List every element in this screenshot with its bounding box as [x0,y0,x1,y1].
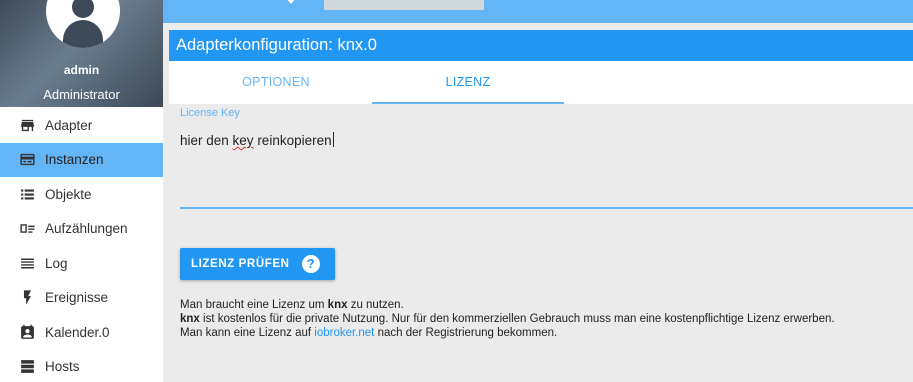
hosts-icon [18,358,36,376]
tab-lizenz[interactable]: LIZENZ [372,61,564,104]
sidebar-item-label: Adapter [45,117,93,133]
dialog-title: Adapterkonfiguration: knx.0 [169,30,913,61]
tab-bar: OPTIONEN LIZENZ [169,61,913,104]
calendar-icon [18,323,36,341]
sidebar-item-hosts[interactable]: Hosts [0,350,163,382]
spellcheck-word: key [232,133,254,148]
license-info-text: Man braucht eine Lizenz um knx zu nutzen… [180,298,835,340]
sidebar: admin Administrator Adapter Instanzen Ob… [0,0,163,382]
list-icon [18,185,36,203]
check-license-label: LIZENZ PRÜFEN [191,258,290,270]
sidebar-item-label: Objekte [45,186,92,202]
avatar-icon[interactable] [46,0,120,48]
sidebar-item-instanzen[interactable]: Instanzen [0,142,163,177]
sidebar-menu: Adapter Instanzen Objekte Aufzählungen L… [0,108,163,382]
sidebar-item-aufzaehlungen[interactable]: Aufzählungen [0,212,163,247]
info-line3: Man kann eine Lizenz auf [180,327,315,339]
caret-down-icon[interactable] [286,0,296,4]
tab-lizenz-label: LIZENZ [445,75,491,89]
info-line2: ist kostenlos für die private Nutzung. N… [199,313,835,325]
user-name: admin [63,63,100,77]
input-underline [180,207,913,209]
info-line1-end: zu nutzen. [347,299,404,311]
adapter-config-panel: Adapterkonfiguration: knx.0 OPTIONEN LIZ… [169,30,913,382]
top-bar [163,0,913,23]
info-adapter-name: knx [327,299,348,311]
sidebar-item-log[interactable]: Log [0,246,163,281]
sidebar-item-label: Ereignisse [45,290,109,306]
text-cursor [332,132,334,147]
log-icon [18,254,36,272]
sidebar-item-objekte[interactable]: Objekte [0,177,163,212]
top-tab[interactable] [324,0,484,10]
flash-icon [18,289,36,307]
info-line3-end: nach der Registrierung bekommen. [374,327,558,339]
license-key-label: License Key [180,107,240,119]
info-line1: Man braucht eine Lizenz um [180,299,328,311]
sidebar-item-label: Instanzen [45,152,104,168]
license-key-text: hier den [180,133,233,148]
sidebar-item-label: Hosts [45,359,80,375]
user-profile: admin Administrator [0,0,163,107]
check-license-button[interactable]: LIZENZ PRÜFEN ? [180,248,335,280]
store-icon [18,116,36,134]
sidebar-item-label: Kalender.0 [45,324,110,340]
sidebar-item-label: Aufzählungen [45,221,128,237]
tab-optionen[interactable]: OPTIONEN [180,61,372,104]
instances-icon [18,151,36,169]
sidebar-item-kalender[interactable]: Kalender.0 [0,315,163,350]
sidebar-item-ereignisse[interactable]: Ereignisse [0,281,163,316]
enum-icon [18,220,36,238]
user-role: Administrator [43,87,120,102]
sidebar-item-adapter[interactable]: Adapter [0,108,163,143]
help-icon[interactable]: ? [302,255,320,273]
license-key-text-end: reinkopieren [253,133,332,148]
license-key-input[interactable]: hier den key reinkopieren [180,132,334,148]
iobroker-link[interactable]: iobroker.net [314,327,374,339]
active-tab-indicator [372,102,564,104]
sidebar-item-label: Log [45,255,68,271]
info-adapter-name-2: knx [180,313,200,325]
